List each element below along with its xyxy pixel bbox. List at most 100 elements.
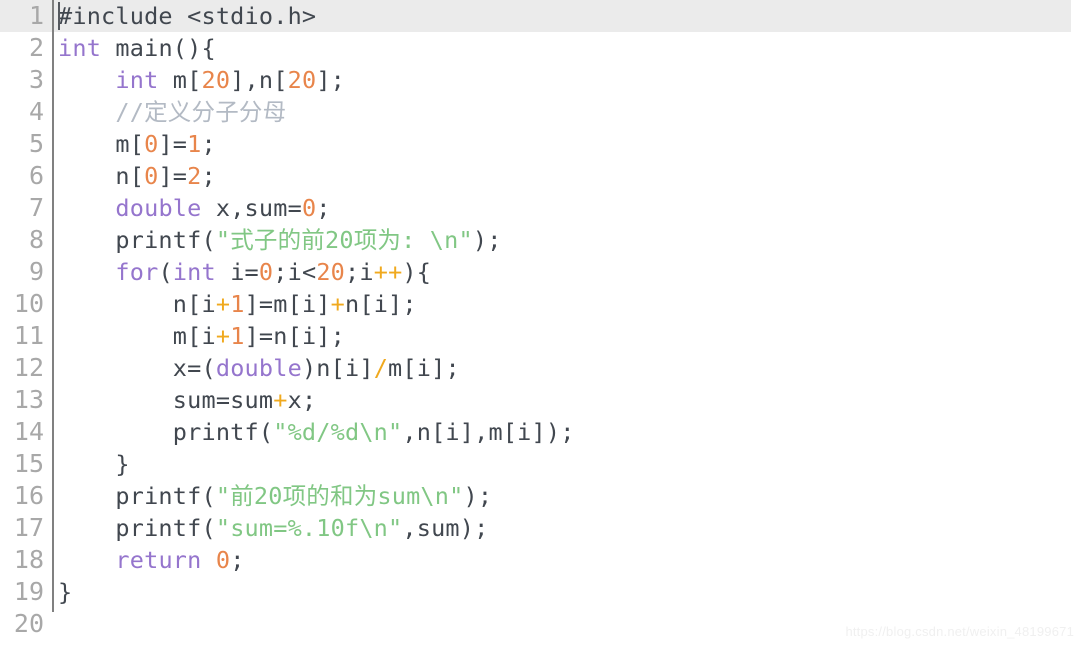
line-number[interactable]: 10 [0,288,44,320]
code-token-txt: ]= [158,162,188,190]
code-token-num: 20 [201,66,231,94]
code-line[interactable]: x=(double)n[i]/m[i]; [58,352,1080,384]
code-line[interactable]: n[0]=2; [58,160,1080,192]
code-token-num: 0 [144,130,159,158]
code-line[interactable]: n[i+1]=m[i]+n[i]; [58,288,1080,320]
code-token-num: 20 [287,66,317,94]
code-token-txt: ( [158,258,173,286]
code-token-txt: x; [287,386,317,414]
code-token-num: 0 [258,258,274,286]
code-line[interactable]: double x,sum=0; [58,192,1080,224]
code-line[interactable]: printf("%d/%d\n",n[i],m[i]); [58,416,1080,448]
line-number[interactable]: 15 [0,448,44,480]
code-token-num: 1 [187,130,202,158]
line-number[interactable]: 8 [0,224,44,256]
code-token-txt: n[i [58,290,216,318]
code-line[interactable]: m[i+1]=n[i]; [58,320,1080,352]
code-token-str: "式子的前20项为: \n" [215,226,473,254]
code-line[interactable]: #include <stdio.h> [58,0,1080,32]
code-token-txt: ]= [158,130,188,158]
code-line[interactable]: //定义分子分母 [58,96,1080,128]
line-number[interactable]: 16 [0,480,44,512]
code-token-txt: ); [463,482,493,510]
code-content[interactable]: #include <stdio.h> int main(){ int m[20],… [58,0,1080,640]
code-token-cmt: //定义分子分母 [115,98,287,126]
code-token-txt: m[i]; [388,354,460,382]
code-token-kw: int [58,34,102,62]
code-line[interactable]: m[0]=1; [58,128,1080,160]
code-token-txt: ;i [345,258,374,286]
code-token-num: 0 [215,546,231,574]
code-token-txt: printf( [58,514,216,542]
line-number[interactable]: 3 [0,64,44,96]
line-number[interactable]: 6 [0,160,44,192]
code-token-txt: i= [215,258,259,286]
code-token-txt: ;i< [273,258,317,286]
code-token-txt: main(){ [101,34,216,62]
line-number[interactable]: 2 [0,32,44,64]
code-token-txt: ]=n[i]; [244,322,345,350]
code-token-txt: )n[i] [301,354,374,382]
code-line[interactable]: printf("式子的前20项为: \n"); [58,224,1080,256]
code-token-txt: sum=sum [58,386,274,414]
code-token-txt: ){ [402,258,432,286]
line-number[interactable]: 20 [0,608,44,640]
code-token-txt: m[ [58,130,145,158]
code-line[interactable]: for(int i=0;i<20;i++){ [58,256,1080,288]
code-token-op: + [273,386,288,414]
code-token-txt: } [58,578,73,606]
code-token-num: 1 [230,322,245,350]
code-token-op: ++ [373,258,403,286]
code-line[interactable]: printf("前20项的和为sum\n"); [58,480,1080,512]
line-number[interactable]: 17 [0,512,44,544]
gutter-divider [52,0,54,612]
line-number[interactable]: 13 [0,384,44,416]
line-number[interactable]: 12 [0,352,44,384]
line-number[interactable]: 9 [0,256,44,288]
code-line[interactable]: } [58,448,1080,480]
code-editor[interactable]: 1 2 3 4 5 6 7 8 9 10 11 12 13 14 15 16 17 18 19 20 #include… [0,0,1080,647]
code-token-num: 2 [187,162,202,190]
code-line[interactable]: sum=sum+x; [58,384,1080,416]
code-token-txt: ],n[ [230,66,288,94]
code-line[interactable]: int main(){ [58,32,1080,64]
line-number[interactable]: 11 [0,320,44,352]
line-number[interactable]: 4 [0,96,44,128]
code-token-num: 20 [316,258,346,286]
code-token-op: / [373,354,389,382]
code-line[interactable]: return 0; [58,544,1080,576]
line-number[interactable]: 18 [0,544,44,576]
code-token-txt: ); [472,226,502,254]
code-token-txt: } [58,450,130,478]
code-token-txt: ]; [316,66,346,94]
code-token-num: 1 [230,290,245,318]
code-token-txt: x,sum= [201,194,302,222]
code-line[interactable]: int m[20],n[20]; [58,64,1080,96]
code-token-txt: #include <stdio.h> [58,2,317,30]
code-token-txt: ; [230,546,245,574]
line-number[interactable]: 7 [0,192,44,224]
code-token-txt: m[i [58,322,216,350]
line-number-gutter[interactable]: 1 2 3 4 5 6 7 8 9 10 11 12 13 14 15 16 17 18 19 20 [0,0,52,647]
text-caret [58,2,60,30]
code-token-txt: n[ [58,162,145,190]
line-number[interactable]: 19 [0,576,44,608]
watermark-url: https://blog.csdn.net/weixin_48199671 [845,624,1074,639]
code-token-txt: ,sum); [402,514,489,542]
code-line[interactable]: printf("sum=%.10f\n",sum); [58,512,1080,544]
code-token-str: "%d/%d\n" [273,418,403,446]
code-token-txt: n[i]; [345,290,417,318]
code-token-kw: for [115,258,159,286]
code-token-kw: return [115,546,202,574]
code-token-op: + [330,290,346,318]
line-number[interactable]: 14 [0,416,44,448]
code-token-txt: printf( [58,482,216,510]
line-number[interactable]: 5 [0,128,44,160]
line-number[interactable]: 1 [0,0,44,32]
code-line[interactable]: } [58,576,1080,608]
code-token-op: + [215,322,231,350]
